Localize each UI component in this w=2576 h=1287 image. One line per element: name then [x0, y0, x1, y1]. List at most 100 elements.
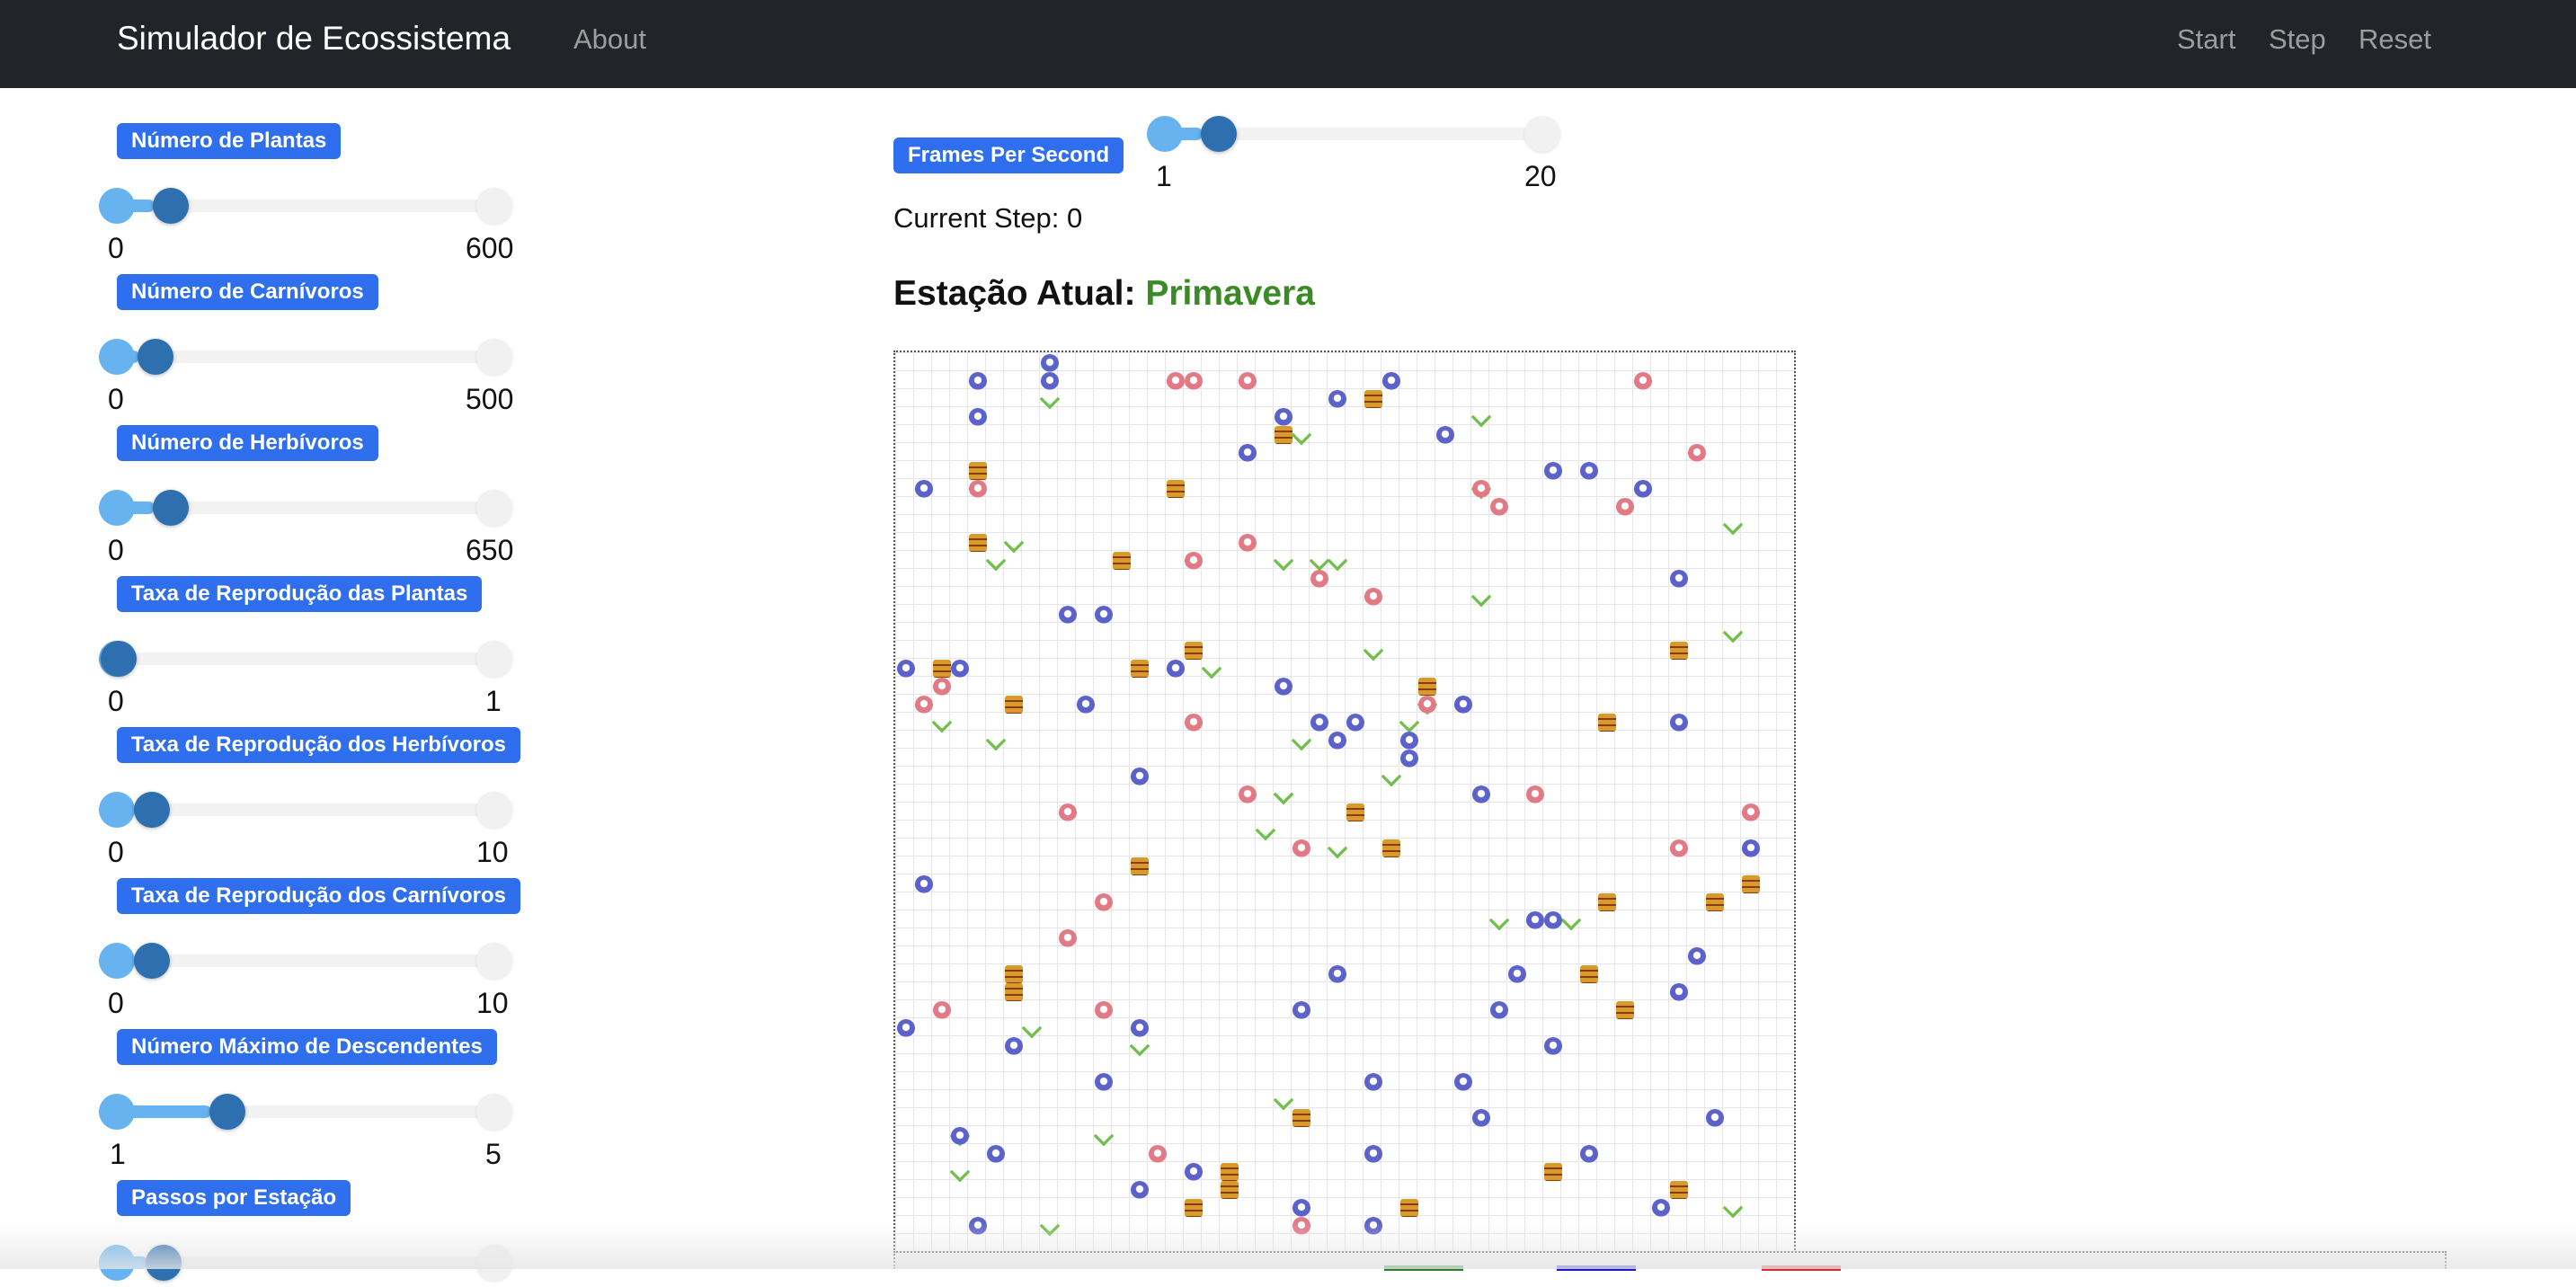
slider-max-label: 1	[485, 685, 502, 717]
carnivore-icon	[969, 480, 987, 498]
plant-icon	[1470, 406, 1492, 428]
food-icon	[1742, 875, 1760, 893]
herbivore-icon	[1472, 786, 1490, 803]
carnivore-icon	[1310, 570, 1328, 588]
herbivore-icon	[1131, 768, 1149, 786]
season-label: Estação Atual:	[893, 274, 1136, 313]
herbivore-icon	[1364, 1145, 1382, 1163]
herbivore-icon	[951, 660, 969, 678]
food-icon	[1131, 857, 1149, 875]
food-icon	[1292, 1109, 1310, 1127]
start-button[interactable]: Start	[2177, 23, 2235, 56]
legend-herbivores-chip	[1557, 1265, 1636, 1271]
season-heading: Estação Atual: Primavera	[893, 274, 1315, 314]
herbivore-icon	[1275, 678, 1292, 696]
herbivore-icon	[1508, 965, 1526, 983]
slider-numero-carnivoros[interactable]	[99, 336, 512, 381]
herbivore-icon	[1328, 732, 1346, 750]
plant-icon	[1560, 910, 1582, 931]
slider-min-label: 1	[110, 1138, 126, 1170]
slider-handle[interactable]	[209, 1094, 245, 1130]
food-icon	[1670, 642, 1688, 660]
fps-min-label: 1	[1156, 160, 1172, 192]
carnivore-icon	[1292, 1217, 1310, 1235]
herbivore-icon	[1059, 606, 1077, 624]
brand-title[interactable]: Simulador de Ecossistema	[117, 20, 511, 58]
slider-fps[interactable]	[1147, 113, 1560, 158]
herbivore-icon	[897, 660, 915, 678]
herbivore-icon	[1131, 1181, 1149, 1199]
plant-icon	[1273, 550, 1294, 572]
slider-handle[interactable]	[1201, 116, 1237, 152]
carnivore-icon	[915, 696, 933, 714]
food-icon	[1346, 803, 1364, 821]
slider-numero-maximo-descendentes[interactable]	[99, 1091, 512, 1136]
food-icon	[1598, 893, 1616, 911]
herbivore-icon	[1472, 1109, 1490, 1127]
food-icon	[969, 534, 987, 552]
plant-icon	[1309, 550, 1330, 572]
slider-handle[interactable]	[134, 943, 170, 979]
food-icon	[1113, 552, 1131, 570]
herbivore-icon	[1544, 1037, 1562, 1055]
herbivore-icon	[1670, 570, 1688, 588]
slider-handle[interactable]	[153, 188, 189, 224]
herbivore-icon	[1490, 1001, 1508, 1019]
slider-handle[interactable]	[134, 792, 170, 828]
carnivore-icon	[1292, 839, 1310, 857]
slider-min-label: 0	[108, 534, 124, 566]
plant-icon	[1201, 658, 1222, 679]
slider-min-label: 0	[108, 232, 124, 264]
herbivore-icon	[897, 1019, 915, 1037]
carnivore-icon	[1095, 1001, 1113, 1019]
slider-handle[interactable]	[138, 339, 173, 375]
herbivore-icon	[915, 480, 933, 498]
herbivore-icon	[1185, 1163, 1203, 1181]
carnivore-icon	[1418, 696, 1436, 714]
herbivore-icon	[1400, 732, 1418, 750]
slider-numero-plantas[interactable]	[99, 185, 512, 230]
plant-icon	[1291, 730, 1312, 751]
slider-min-label: 0	[108, 685, 124, 717]
slider-numero-herbivoros[interactable]	[99, 487, 512, 532]
simulation-grid	[893, 351, 1796, 1253]
herbivore-icon	[969, 1217, 987, 1235]
legend-plants-chip	[1384, 1265, 1463, 1271]
carnivore-icon	[1239, 786, 1257, 803]
food-icon	[1131, 660, 1149, 678]
slider-min-label: 0	[108, 383, 124, 415]
slider-max-label: 650	[466, 534, 514, 566]
carnivore-icon	[1059, 929, 1077, 947]
herbivore-icon	[1670, 714, 1688, 732]
slider-max-label: 600	[466, 232, 514, 264]
badge-numero-carnivoros: Número de Carnívoros	[117, 274, 378, 310]
plant-icon	[1327, 550, 1348, 572]
carnivore-icon	[1167, 372, 1185, 390]
slider-handle[interactable]	[153, 490, 189, 526]
nav-about-link[interactable]: About	[573, 23, 646, 56]
step-button[interactable]: Step	[2269, 23, 2326, 56]
slider-taxa-reproducao-herbivoros[interactable]	[99, 789, 512, 834]
plant-icon	[1273, 1089, 1294, 1111]
carnivore-icon	[1149, 1145, 1167, 1163]
reset-button[interactable]: Reset	[2358, 23, 2431, 56]
food-icon	[1706, 893, 1724, 911]
slider-handle[interactable]	[146, 1245, 182, 1281]
slider-taxa-reproducao-plantas[interactable]	[99, 638, 512, 683]
badge-taxa-reproducao-plantas: Taxa de Reprodução das Plantas	[117, 576, 483, 612]
food-icon	[1005, 983, 1023, 1001]
slider-passos-por-estacao[interactable]	[99, 1242, 512, 1287]
carnivore-icon	[1688, 444, 1706, 462]
slider-taxa-reproducao-carnivoros[interactable]	[99, 940, 512, 985]
fps-max-label: 20	[1524, 160, 1557, 192]
slider-handle[interactable]	[101, 641, 137, 677]
slider-min-label: 0	[108, 987, 124, 1019]
herbivore-icon	[1239, 444, 1257, 462]
herbivore-icon	[1310, 714, 1328, 732]
herbivore-icon	[1742, 839, 1760, 857]
plant-icon	[1399, 712, 1420, 733]
food-icon	[1185, 1199, 1203, 1217]
plant-icon	[1129, 1035, 1150, 1057]
herbivore-icon	[1292, 1199, 1310, 1217]
carnivore-icon	[1185, 372, 1203, 390]
